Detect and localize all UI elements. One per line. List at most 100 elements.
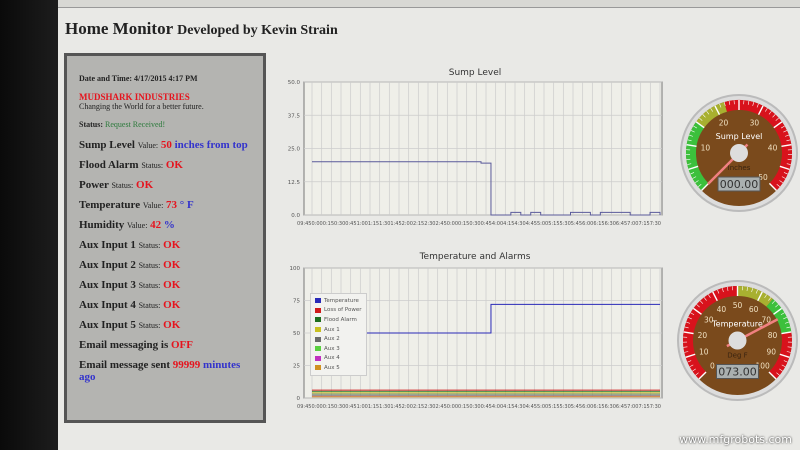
status-row-flood-alarm: Flood Alarm Status: OK — [79, 159, 263, 171]
gauge-scale-label: 40 — [768, 144, 778, 153]
row-label: Power — [79, 179, 109, 191]
temperature-gauge: 010203040 50 60708090100TemperatureDeg F07… — [677, 280, 798, 401]
legend-item: Loss of Power — [315, 306, 362, 316]
row-label: Humidity — [79, 219, 125, 231]
row-value: OK — [163, 279, 181, 291]
gauge-hub — [730, 144, 748, 162]
gauge-scale-label: 60 — [749, 305, 759, 314]
status-row-sump-level: Sump Level Value: 50 inches from top — [79, 139, 263, 151]
legend-swatch — [315, 327, 321, 333]
row-value: 73 — [166, 199, 178, 211]
row-label: Aux Input 2 — [79, 259, 136, 271]
status-row-aux-input-1: Aux Input 1 Status: OK — [79, 239, 263, 251]
legend-item: Flood Alarm — [315, 315, 362, 325]
y-tick-label: 50.0 — [288, 80, 301, 86]
y-tick-label: 37.5 — [288, 113, 301, 119]
row-value: OK — [163, 299, 181, 311]
developer-credit: Developed by Kevin Strain — [177, 23, 338, 38]
y-tick-label: 75 — [293, 299, 300, 305]
row-label: Aux Input 5 — [79, 319, 136, 331]
gauge-title: Temperature — [711, 320, 763, 329]
row-value: OK — [136, 179, 154, 191]
row-kind: Status: — [138, 241, 161, 250]
page-title: Home Monitor Developed by Kevin Strain — [65, 19, 338, 38]
y-tick-label: 0 — [297, 396, 301, 402]
sump-level-gauge: 1020 304050Sump LevelInches000.00 — [680, 94, 798, 212]
row-label: Sump Level — [79, 139, 135, 151]
row-unit: ° F — [179, 199, 194, 211]
legend-swatch — [315, 317, 321, 323]
row-kind: Status: — [138, 261, 161, 270]
gauge-scale-label: 20 — [719, 119, 729, 128]
legend-swatch — [315, 355, 321, 361]
status-panel: Date and Time: 4/17/2015 4:17 PM MUDSHAR… — [64, 53, 266, 423]
status-row-temperature: Temperature Value: 73 ° F — [79, 199, 263, 211]
chart-title: Sump Level — [448, 68, 502, 78]
status-row-humidity: Humidity Value: 42 % — [79, 219, 263, 231]
gauge-scale-label: 50 — [733, 301, 743, 310]
row-kind: Status: — [138, 321, 161, 330]
legend-swatch — [315, 307, 321, 313]
email-messaging-status: Email messaging is OFF — [79, 339, 193, 351]
row-kind: Status: — [138, 301, 161, 310]
gauge-scale-label: 10 — [699, 347, 709, 356]
company-name: MUDSHARK INDUSTRIES — [79, 92, 190, 102]
status-row-power: Power Status: OK — [79, 179, 263, 191]
legend-item: Aux 4 — [315, 354, 362, 364]
request-status: Status: Request Received! — [79, 120, 166, 129]
email-last-sent: Email message sent 99999 minutes ago — [79, 359, 241, 383]
legend-swatch — [315, 365, 321, 371]
chart-legend: Temperature Loss of Power Flood Alarm Aux 1… — [310, 293, 367, 376]
legend-item: Aux 2 — [315, 334, 362, 344]
y-tick-label: 50 — [293, 331, 300, 337]
gauge-scale-label: 20 — [698, 331, 708, 340]
row-kind: Value: — [126, 221, 148, 230]
x-tick-labels: 09:450:000:150:300:451:001:151:301:452:0… — [297, 404, 661, 410]
gauge-hub — [728, 331, 747, 350]
legend-item: Aux 1 — [315, 325, 362, 335]
row-value: OK — [163, 319, 181, 331]
row-kind: Value: — [137, 141, 159, 150]
legend-swatch — [315, 298, 321, 304]
gauge-unit: Deg F — [727, 352, 747, 360]
legend-item: Aux 3 — [315, 344, 362, 354]
row-label: Flood Alarm — [79, 159, 139, 171]
row-unit: % — [163, 219, 175, 231]
gauge-scale-label: 0 — [710, 362, 715, 371]
row-value: OK — [163, 239, 181, 251]
legend-swatch — [315, 346, 321, 352]
sump-level-chart: Sump Level 0.0 12.5 25.0 37.5 50.0 09:450:000… — [280, 66, 670, 236]
gauge-unit: Inches — [728, 164, 751, 172]
gauge-scale-label: 40 — [717, 305, 727, 314]
watermark: www.mfgrobots.com — [679, 433, 792, 446]
gauge-scale-label: 10 — [701, 144, 711, 153]
row-value: 42 — [150, 219, 162, 231]
y-tick-label: 0.0 — [291, 213, 300, 219]
gauge-title: Sump Level — [716, 132, 763, 141]
row-label: Temperature — [79, 199, 141, 211]
y-tick-label: 25 — [293, 364, 300, 370]
row-label: Aux Input 3 — [79, 279, 136, 291]
gauge-readout: 000.00 — [720, 178, 759, 191]
chart-title: Temperature and Alarms — [419, 252, 531, 262]
browser-top-edge — [58, 0, 800, 8]
row-kind: Status: — [141, 161, 164, 170]
x-tick-labels: 09:450:000:150:300:451:001:151:301:452:0… — [297, 221, 661, 227]
datetime: Date and Time: 4/17/2015 4:17 PM — [79, 74, 198, 83]
status-row-aux-input-2: Aux Input 2 Status: OK — [79, 259, 263, 271]
gauge-scale-label: 80 — [768, 331, 778, 340]
legend-swatch — [315, 336, 321, 342]
row-value: OK — [163, 259, 181, 271]
row-value: 50 — [160, 139, 172, 151]
row-unit: inches from top — [174, 139, 248, 151]
row-label: Aux Input 1 — [79, 239, 136, 251]
y-tick-label: 12.5 — [288, 180, 301, 186]
row-kind: Status: — [138, 281, 161, 290]
gauge-scale-label: 30 — [750, 119, 760, 128]
row-kind: Value: — [142, 201, 164, 210]
tagline: Changing the World for a better future. — [79, 102, 204, 111]
legend-item: Aux 5 — [315, 363, 362, 373]
row-kind: Status: — [111, 181, 134, 190]
y-tick-label: 25.0 — [288, 147, 301, 153]
y-tick-label: 100 — [290, 266, 301, 272]
